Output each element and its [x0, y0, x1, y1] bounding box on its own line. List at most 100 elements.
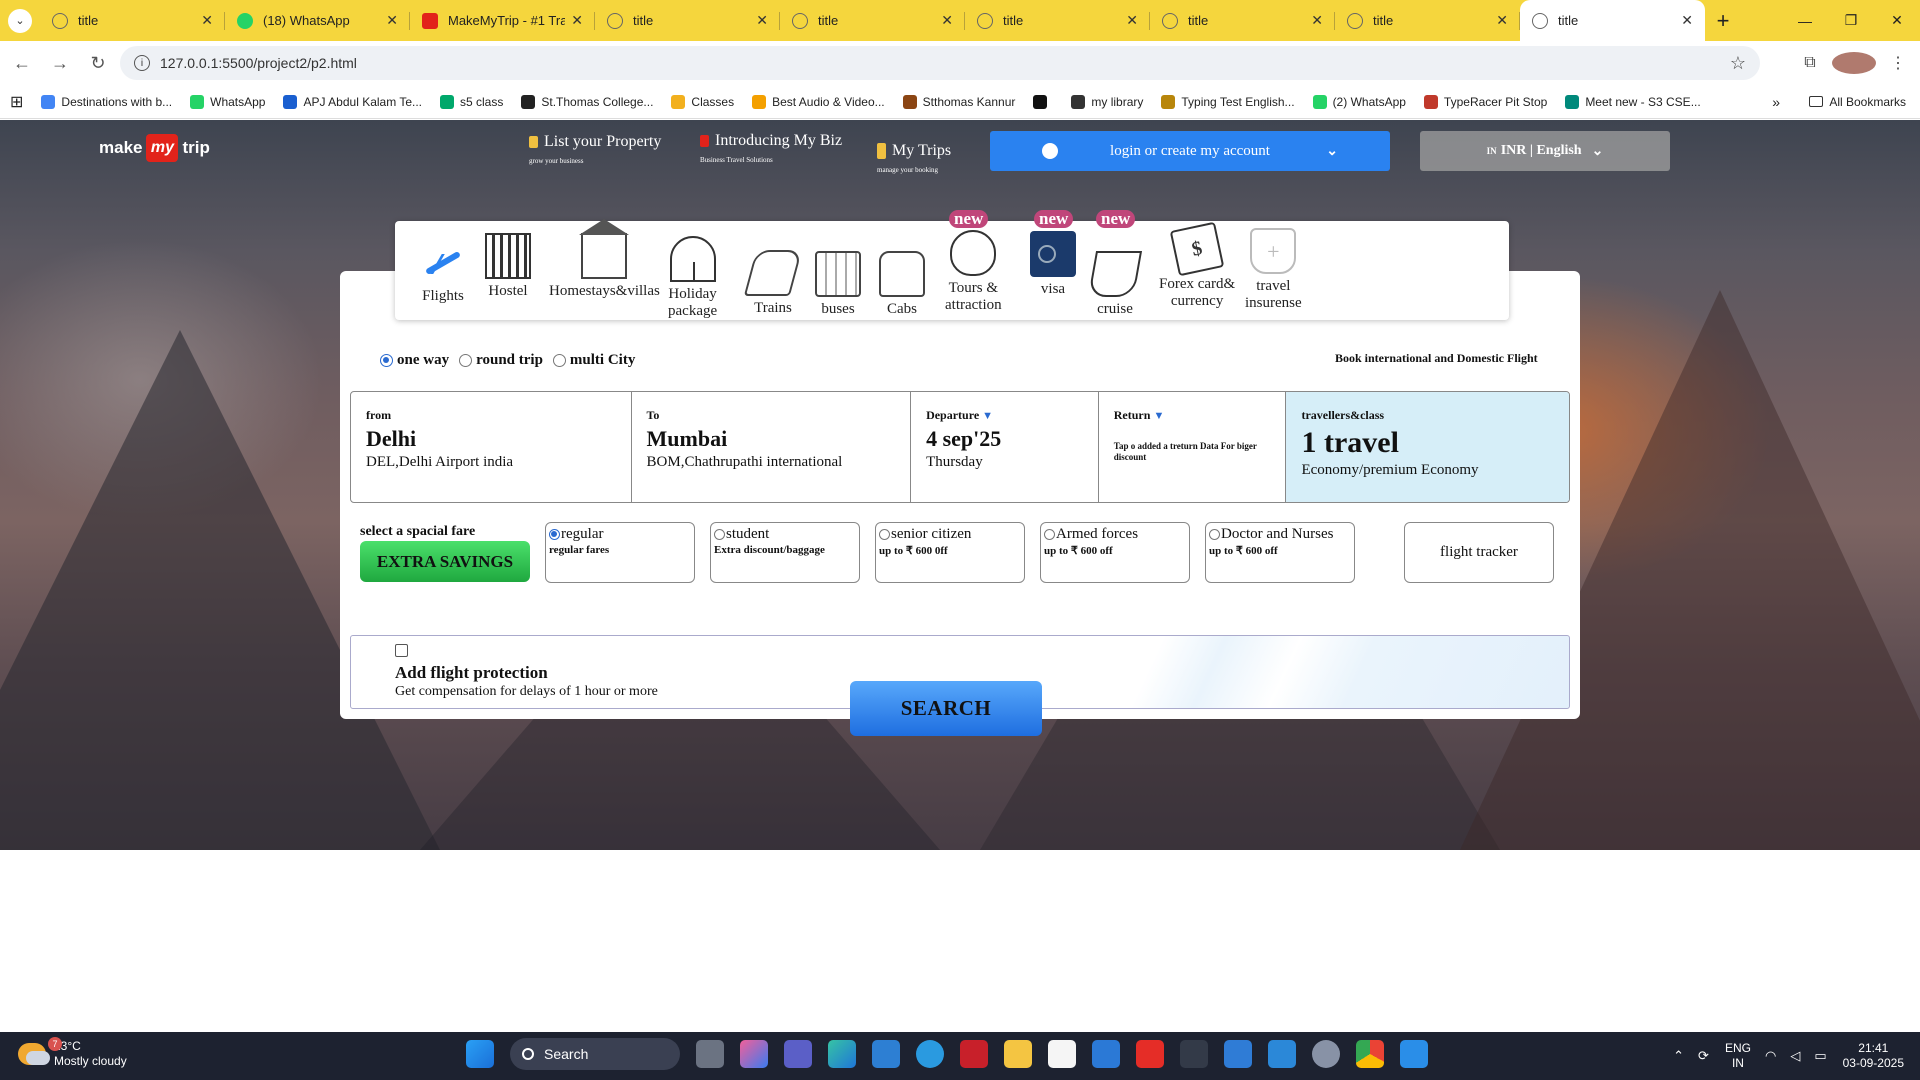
list-property-link[interactable]: List your Property grow your business — [529, 133, 661, 165]
profile-avatar[interactable] — [1832, 52, 1876, 74]
category-cabs[interactable]: Cabs — [879, 235, 925, 318]
tab-8[interactable]: title ✕ — [1520, 0, 1705, 41]
bookmark-item[interactable]: (2) WhatsApp — [1312, 94, 1406, 109]
bookmark-item[interactable]: Best Audio & Video... — [752, 94, 885, 109]
trip-type-one-way[interactable]: one way — [380, 352, 449, 369]
notepad-icon[interactable] — [1268, 1040, 1296, 1068]
vscode-icon[interactable] — [1400, 1040, 1428, 1068]
close-icon[interactable]: ✕ — [1311, 12, 1323, 29]
paint-icon[interactable] — [1224, 1040, 1252, 1068]
weather-widget[interactable]: 23°C Mostly cloudy 7 — [18, 1037, 127, 1069]
bookmark-star-icon[interactable]: ☆ — [1730, 53, 1746, 74]
bookmark-item[interactable]: Classes — [671, 94, 734, 109]
bookmark-item[interactable]: Destinations with b... — [41, 94, 172, 109]
close-icon[interactable]: ✕ — [571, 12, 583, 29]
file-explorer-icon[interactable] — [1004, 1040, 1032, 1068]
flight-protection-checkbox[interactable] — [395, 644, 408, 657]
tab-search-button[interactable]: ⌄ — [0, 0, 40, 41]
category-forex-card-[interactable]: $ Forex card& currency — [1159, 221, 1235, 310]
category-tours-[interactable]: Tours & attraction new — [945, 210, 1002, 314]
bookmark-item[interactable]: Typing Test English... — [1161, 94, 1295, 109]
search-button[interactable]: SEARCH — [850, 681, 1042, 736]
close-icon[interactable]: ✕ — [1126, 12, 1138, 29]
my-trips-link[interactable]: My Trips manage your booking — [877, 142, 951, 174]
close-icon[interactable]: ✕ — [1874, 0, 1920, 41]
word-icon[interactable] — [1048, 1040, 1076, 1068]
volume-icon[interactable]: ◁ — [1790, 1048, 1800, 1064]
copilot-icon[interactable] — [740, 1040, 768, 1068]
store-icon[interactable] — [1092, 1040, 1120, 1068]
radio-button[interactable] — [1044, 529, 1055, 540]
forward-icon[interactable]: → — [44, 47, 76, 79]
trip-type-round-trip[interactable]: round trip — [459, 352, 543, 369]
site-info-icon[interactable]: i — [134, 55, 150, 71]
category-flights[interactable]: Flights — [420, 238, 466, 305]
departure-field[interactable]: Departure ▼ 4 sep'25 Thursday — [911, 392, 1099, 502]
fare-option-armed-forces[interactable]: Armed forces up to ₹ 600 off — [1040, 522, 1190, 583]
apps-grid-icon[interactable]: ⊞ — [10, 92, 23, 112]
my-biz-link[interactable]: Introducing My Biz Business Travel Solut… — [700, 132, 842, 164]
category-holiday[interactable]: Holiday package — [668, 226, 717, 320]
input-language[interactable]: ENG IN — [1725, 1041, 1751, 1071]
bookmark-item[interactable]: s5 class — [440, 94, 503, 109]
minimize-icon[interactable]: — — [1782, 0, 1828, 41]
bookmark-item[interactable]: WhatsApp — [190, 94, 265, 109]
radio-button[interactable] — [1209, 529, 1220, 540]
radio-button[interactable] — [714, 529, 725, 540]
tab-0[interactable]: title ✕ — [40, 0, 225, 41]
tab-3[interactable]: title ✕ — [595, 0, 780, 41]
travellers-class-field[interactable]: travellers&class 1 travel Economy/premiu… — [1286, 392, 1569, 502]
return-field[interactable]: Return ▼ Tap o added a treturn Data For … — [1099, 392, 1287, 502]
bookmark-item[interactable]: my library — [1071, 94, 1143, 109]
fare-option-senior-citizen[interactable]: senior citizen up to ₹ 600 0ff — [875, 522, 1025, 583]
task-view-icon[interactable] — [696, 1040, 724, 1068]
close-icon[interactable]: ✕ — [1496, 12, 1508, 29]
clock[interactable]: 21:41 03-09-2025 — [1843, 1041, 1904, 1071]
radio-button[interactable] — [380, 354, 393, 367]
taskbar-search[interactable]: Search — [510, 1038, 680, 1070]
from-field[interactable]: from Delhi DEL,Delhi Airport india — [351, 392, 632, 502]
radio-button[interactable] — [879, 529, 890, 540]
makemytrip-app-icon[interactable] — [872, 1040, 900, 1068]
terminal-icon[interactable] — [1180, 1040, 1208, 1068]
chevron-up-icon[interactable]: ⌃ — [1673, 1048, 1684, 1064]
close-icon[interactable]: ✕ — [386, 12, 398, 29]
wifi-icon[interactable]: ◠ — [1765, 1048, 1776, 1064]
battery-icon[interactable]: ▭ — [1814, 1048, 1826, 1064]
tab-2[interactable]: MakeMyTrip - #1 Trav ✕ — [410, 0, 595, 41]
fare-option-student[interactable]: student Extra discount/baggage — [710, 522, 860, 583]
settings-gear-icon[interactable] — [1312, 1040, 1340, 1068]
category-buses[interactable]: buses — [815, 239, 861, 318]
trip-type-multi-city[interactable]: multi City — [552, 352, 635, 369]
bookmark-item[interactable]: APJ Abdul Kalam Te... — [283, 94, 422, 109]
tab-5[interactable]: title ✕ — [965, 0, 1150, 41]
tab-4[interactable]: title ✕ — [780, 0, 965, 41]
windows-start-icon[interactable] — [466, 1040, 494, 1068]
bookmarks-overflow-icon[interactable]: » — [1772, 94, 1780, 110]
new-tab-button[interactable]: + — [1705, 0, 1741, 41]
radio-button[interactable] — [549, 529, 560, 540]
extensions-icon[interactable]: ⧉ — [1788, 54, 1832, 72]
to-field[interactable]: To Mumbai BOM,Chathrupathi international — [632, 392, 912, 502]
fare-option-doctor-and-nurses[interactable]: Doctor and Nurses up to ₹ 600 off — [1205, 522, 1355, 583]
bookmark-item[interactable]: TypeRacer Pit Stop — [1423, 94, 1547, 109]
close-icon[interactable]: ✕ — [201, 12, 213, 29]
tab-6[interactable]: title ✕ — [1150, 0, 1335, 41]
flight-tracker-button[interactable]: flight tracker — [1404, 522, 1554, 583]
all-bookmarks-button[interactable]: All Bookmarks — [1809, 95, 1906, 109]
category-hostel[interactable]: Hostel — [485, 233, 531, 300]
teams-icon[interactable] — [784, 1040, 812, 1068]
category-homestays-villas[interactable]: Homestays&villas — [549, 219, 660, 300]
restore-icon[interactable]: ❐ — [1828, 0, 1874, 41]
youtube-icon[interactable] — [1136, 1040, 1164, 1068]
menu-kebab-icon[interactable]: ⋮ — [1876, 53, 1920, 73]
bookmark-item[interactable]: St.Thomas College... — [521, 94, 653, 109]
currency-language-selector[interactable]: IN INR | English ⌄ — [1420, 131, 1670, 171]
bookmark-item[interactable] — [1033, 94, 1053, 109]
category-visa[interactable]: visa new — [1030, 210, 1076, 298]
category-trains[interactable]: Trains — [743, 236, 803, 317]
category-travel[interactable]: + travel insurense — [1245, 228, 1302, 312]
radio-button[interactable] — [552, 354, 566, 367]
category-cruise[interactable]: cruise new — [1087, 210, 1143, 318]
mcafee-icon[interactable] — [960, 1040, 988, 1068]
